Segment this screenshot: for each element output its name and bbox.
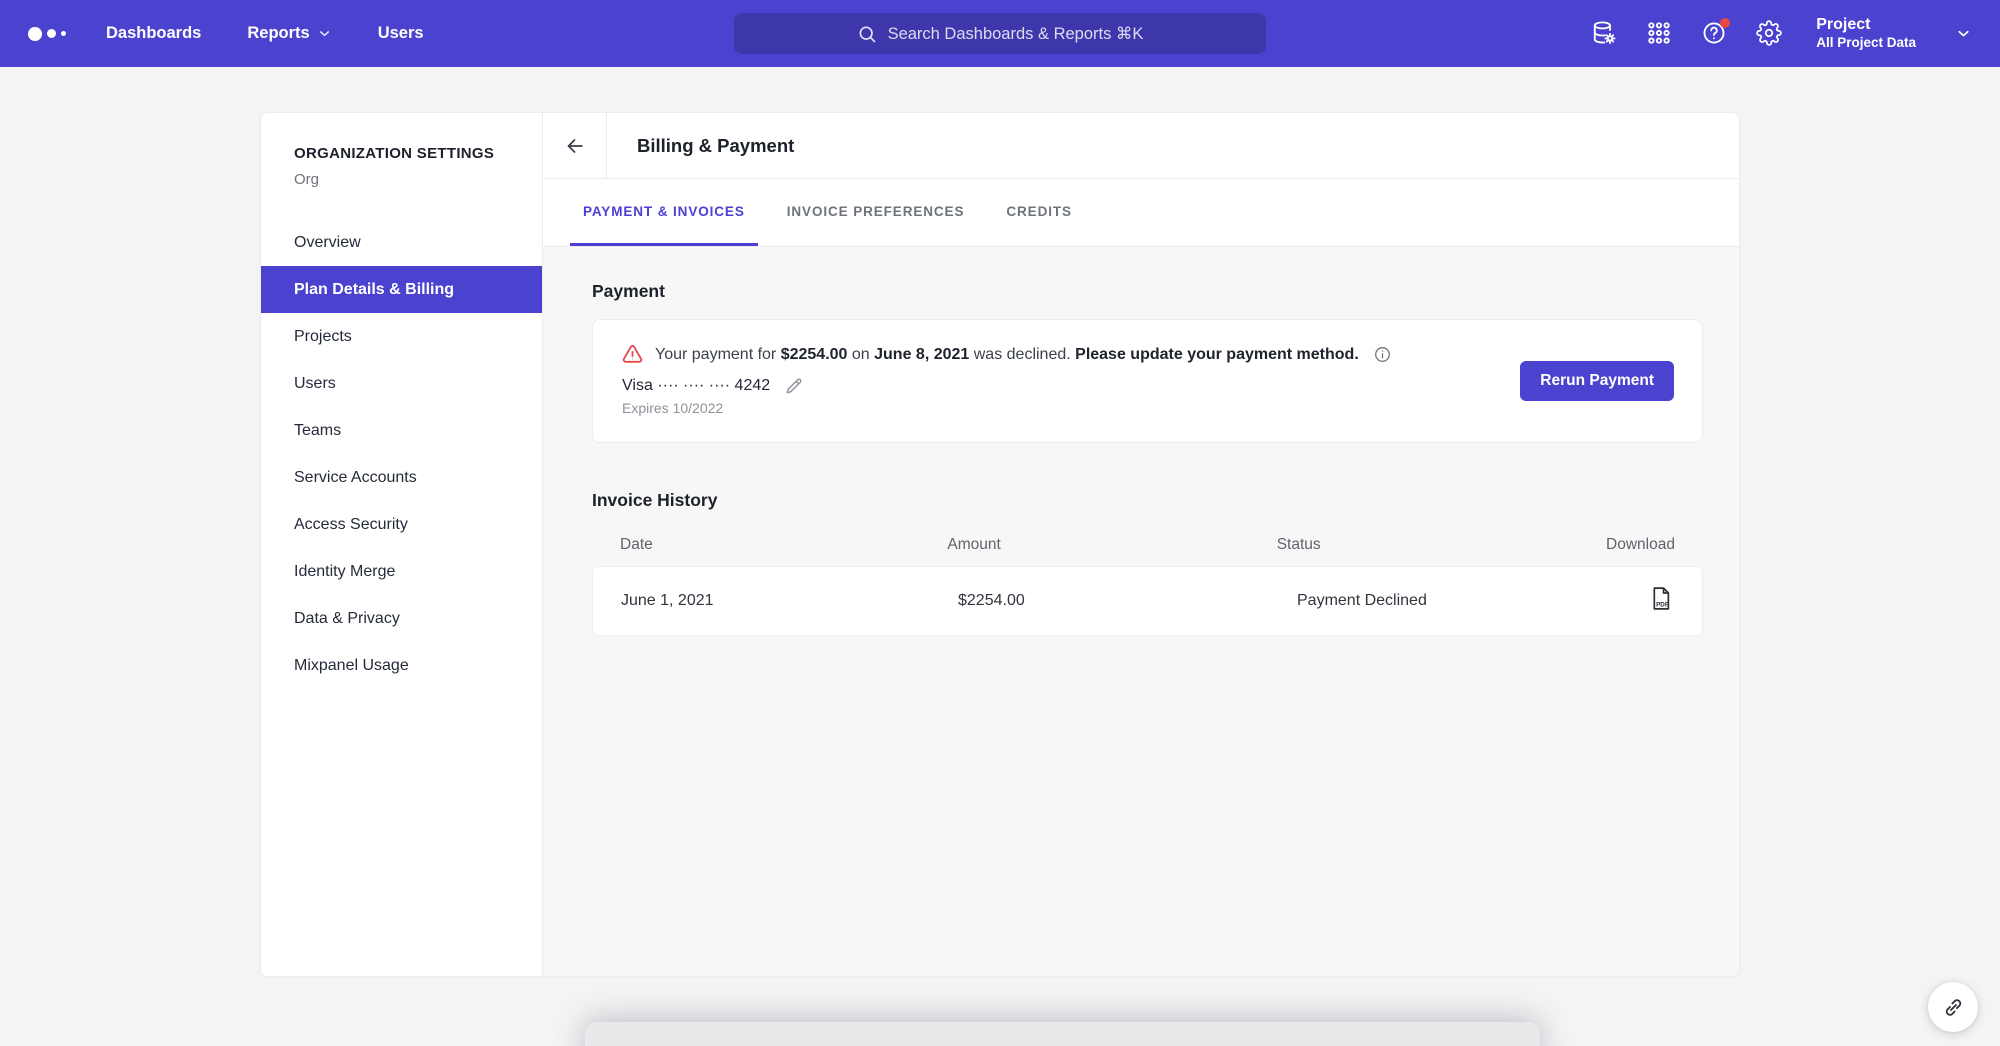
- back-button[interactable]: [543, 113, 607, 178]
- column-header-status: Status: [1277, 536, 1606, 554]
- payment-method-details: Your payment for $2254.00 on June 8, 202…: [621, 343, 1392, 419]
- invoice-amount: $2254.00: [958, 592, 1297, 610]
- nav-item-label: Users: [378, 24, 424, 43]
- tab-content: Payment Your payment for $2254.00 on Jun…: [543, 247, 1739, 976]
- sidebar-item-access-security[interactable]: Access Security: [261, 501, 542, 548]
- sidebar-item-overview[interactable]: Overview: [261, 219, 542, 266]
- invoice-history-title: Invoice History: [592, 490, 1703, 511]
- tab-payment-invoices[interactable]: PAYMENT & INVOICES: [570, 179, 758, 246]
- search-placeholder: Search Dashboards & Reports ⌘K: [888, 24, 1144, 44]
- card-expiry: Expires 10/2022: [621, 400, 1392, 416]
- org-name: Org: [294, 171, 542, 188]
- warning-icon: [621, 343, 644, 366]
- primary-nav: Dashboards Reports Users: [106, 24, 424, 43]
- info-icon[interactable]: [1373, 345, 1392, 364]
- nav-item-reports[interactable]: Reports: [247, 24, 331, 43]
- column-header-download: Download: [1606, 536, 1675, 554]
- sidebar-item-plan-details-billing[interactable]: Plan Details & Billing: [261, 266, 542, 313]
- project-switcher-value: All Project Data: [1816, 34, 1916, 52]
- sidebar-item-service-accounts[interactable]: Service Accounts: [261, 454, 542, 501]
- invoice-download-cell: PDF: [1636, 585, 1674, 617]
- sidebar-item-identity-merge[interactable]: Identity Merge: [261, 548, 542, 595]
- sidebar-nav: Overview Plan Details & Billing Projects…: [261, 219, 542, 689]
- invoice-table-row: June 1, 2021 $2254.00 Payment Declined P…: [592, 566, 1703, 636]
- copy-link-button[interactable]: [1928, 982, 1978, 1032]
- invoice-date: June 1, 2021: [621, 592, 958, 610]
- invoice-status: Payment Declined: [1297, 592, 1636, 610]
- card-on-file: Visa ···· ···· ···· 4242: [621, 376, 1392, 396]
- mixpanel-logo-icon[interactable]: [28, 27, 66, 41]
- alert-action: Please update your payment method.: [1075, 346, 1359, 363]
- svg-text:PDF: PDF: [1656, 602, 1669, 609]
- column-header-date: Date: [620, 536, 947, 554]
- sidebar-item-mixpanel-usage[interactable]: Mixpanel Usage: [261, 642, 542, 689]
- page-title: Billing & Payment: [637, 135, 794, 157]
- search-input[interactable]: Search Dashboards & Reports ⌘K: [734, 13, 1266, 54]
- billing-tabs: PAYMENT & INVOICES INVOICE PREFERENCES C…: [543, 179, 1739, 247]
- help-notification-badge: [1720, 18, 1730, 28]
- bottom-sheet-shadow: [585, 1022, 1540, 1046]
- top-navbar: Dashboards Reports Users Search Dashboar…: [0, 0, 2000, 67]
- navbar-actions: Project All Project Data: [1590, 15, 1972, 52]
- alert-date: June 8, 2021: [874, 346, 969, 363]
- back-arrow-icon: [564, 135, 586, 157]
- rerun-payment-button[interactable]: Rerun Payment: [1520, 361, 1674, 401]
- card-summary: Visa ···· ···· ···· 4242: [622, 377, 770, 395]
- page-header: Billing & Payment: [543, 113, 1739, 179]
- edit-pencil-icon[interactable]: [784, 376, 804, 396]
- alert-amount: $2254.00: [781, 346, 848, 363]
- settings-gear-icon[interactable]: [1755, 19, 1783, 47]
- apps-grid-icon[interactable]: [1645, 19, 1673, 47]
- project-switcher-label: Project: [1816, 15, 1916, 34]
- nav-item-label: Dashboards: [106, 24, 201, 43]
- nav-item-label: Reports: [247, 24, 309, 43]
- pdf-file-icon[interactable]: PDF: [1647, 585, 1674, 612]
- sidebar-item-users[interactable]: Users: [261, 360, 542, 407]
- chevron-down-icon: [317, 26, 332, 41]
- nav-item-dashboards[interactable]: Dashboards: [106, 24, 201, 43]
- data-management-icon[interactable]: [1590, 19, 1618, 47]
- settings-panel: ORGANIZATION SETTINGS Org Overview Plan …: [260, 112, 1740, 977]
- project-switcher[interactable]: Project All Project Data: [1816, 15, 1916, 52]
- alert-text: Your payment for $2254.00 on June 8, 202…: [655, 346, 1359, 364]
- billing-main: Billing & Payment PAYMENT & INVOICES INV…: [543, 113, 1739, 976]
- invoice-table-header: Date Amount Status Download: [592, 524, 1703, 566]
- help-icon[interactable]: [1700, 19, 1728, 47]
- org-settings-sidebar: ORGANIZATION SETTINGS Org Overview Plan …: [261, 113, 543, 976]
- sidebar-item-data-privacy[interactable]: Data & Privacy: [261, 595, 542, 642]
- nav-item-users[interactable]: Users: [378, 24, 424, 43]
- sidebar-heading: ORGANIZATION SETTINGS: [294, 145, 542, 162]
- payment-declined-alert: Your payment for $2254.00 on June 8, 202…: [621, 343, 1392, 366]
- link-icon: [1942, 996, 1965, 1019]
- tab-invoice-preferences[interactable]: INVOICE PREFERENCES: [774, 179, 978, 246]
- sidebar-item-teams[interactable]: Teams: [261, 407, 542, 454]
- payment-method-card: Your payment for $2254.00 on June 8, 202…: [592, 319, 1703, 443]
- sidebar-item-projects[interactable]: Projects: [261, 313, 542, 360]
- column-header-amount: Amount: [947, 536, 1276, 554]
- payment-section-title: Payment: [592, 281, 1703, 302]
- search-icon: [857, 24, 877, 44]
- tab-credits[interactable]: CREDITS: [993, 179, 1085, 246]
- chevron-down-icon[interactable]: [1955, 25, 1972, 42]
